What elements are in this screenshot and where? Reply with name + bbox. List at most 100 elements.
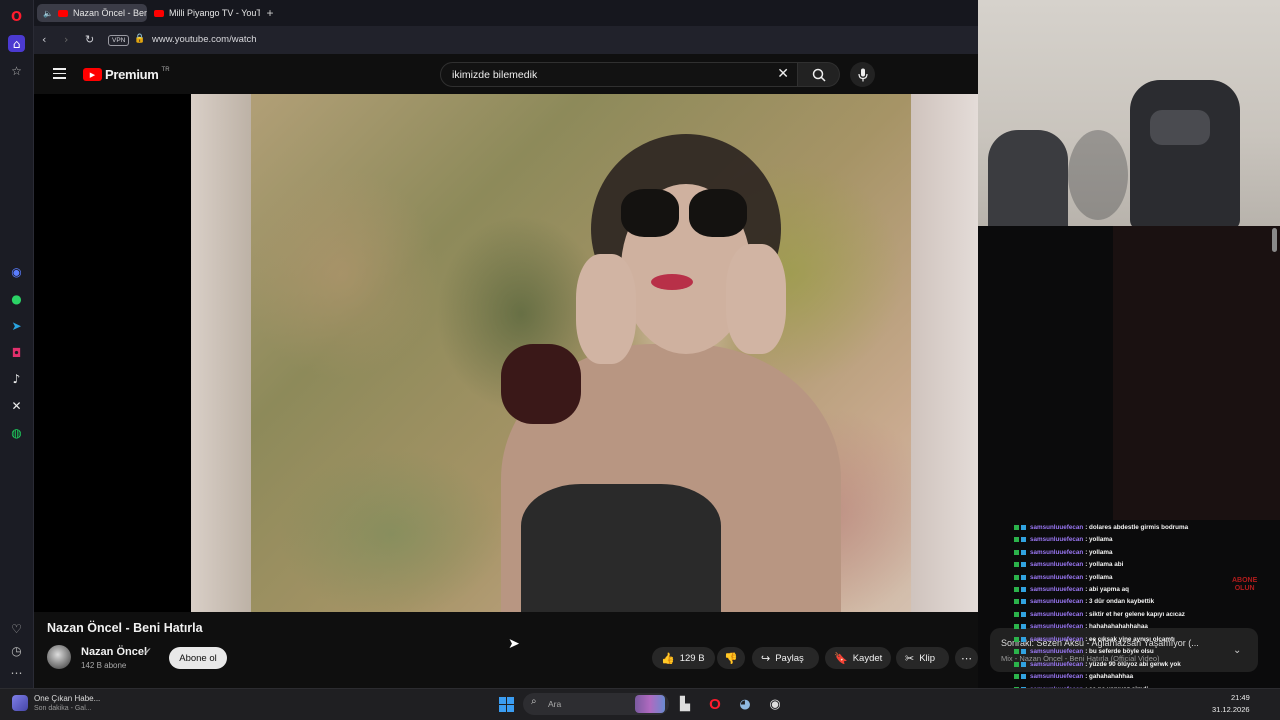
menu-icon[interactable] <box>53 68 66 79</box>
clip-button[interactable]: ✂ Klip <box>896 647 949 669</box>
youtube-logo[interactable]: ▶ Premium TR <box>83 67 170 82</box>
more-horizontal-icon: ⋯ <box>961 651 972 665</box>
chat-badge-icon <box>1021 524 1026 530</box>
speaker-icon[interactable]: 🔈 <box>43 9 53 18</box>
webcam-chair-pillow <box>1150 110 1210 145</box>
search-input[interactable]: ikimizde bilemedik <box>452 69 537 81</box>
logo-region: TR <box>161 66 170 73</box>
opera-icon[interactable]: O <box>8 9 25 26</box>
chat-badge-icon <box>1021 636 1026 642</box>
webcam-gaming-chair <box>1130 80 1240 226</box>
more-actions-button[interactable]: ⋯ <box>955 647 978 669</box>
video-frame[interactable] <box>191 94 978 612</box>
history-icon[interactable]: ◷ <box>8 642 25 659</box>
vpn-badge[interactable]: VPN <box>108 35 130 46</box>
clock-time[interactable]: 21:49 <box>1231 693 1250 702</box>
chat-badge-icon <box>1021 649 1026 655</box>
news-widget-icon[interactable] <box>12 695 28 711</box>
home-icon[interactable]: ⌂ <box>8 35 25 52</box>
save-button[interactable]: 🔖 Kaydet <box>825 647 891 669</box>
more-icon[interactable]: ⋯ <box>8 664 25 681</box>
back-icon[interactable]: ‹ <box>42 33 46 46</box>
search-button[interactable] <box>798 62 840 87</box>
video-figure-top <box>521 484 721 612</box>
tiktok-icon[interactable]: ♪ <box>8 370 25 387</box>
tab-bar: 🔈 Nazan Öncel - Beni H Milli Piyango TV … <box>34 0 978 26</box>
tab-milli-piyango[interactable]: Milli Piyango TV - YouTub <box>148 4 260 22</box>
chat-username: samsunluuefecan <box>1030 648 1084 656</box>
video-figure-lips <box>651 274 693 290</box>
like-count: 129 B <box>679 652 705 664</box>
chat-message: samsunluuefecan: yollama <box>1014 571 1280 584</box>
chat-text: : yüzde 90 ölüyoz abi gerwk yok <box>1085 660 1181 668</box>
chat-text: : bu seferde böyle olsu <box>1085 648 1154 656</box>
chat-username: samsunluuefecan <box>1030 561 1084 569</box>
share-button[interactable]: ↪ Paylaş <box>752 647 819 669</box>
sunglasses-right <box>689 189 747 237</box>
chat-badge-icon <box>1021 611 1026 617</box>
chat-badge-icon <box>1014 624 1019 630</box>
video-title: Nazan Öncel - Beni Hatırla <box>47 621 203 635</box>
tab-nazan-oncel[interactable]: 🔈 Nazan Öncel - Beni H <box>37 4 147 22</box>
chat-badge-icon <box>1014 524 1019 530</box>
chat-badge-icon <box>1021 562 1026 568</box>
lock-icon[interactable]: 🔒 <box>134 34 145 44</box>
whatsapp-icon[interactable]: ● <box>8 290 25 307</box>
chat-text: : yollama abi <box>1085 561 1124 569</box>
instagram-icon[interactable]: ◘ <box>8 344 25 361</box>
windows-start-icon[interactable] <box>499 697 514 712</box>
search-box[interactable]: ikimizde bilemedik ✕ <box>440 62 798 87</box>
telegram-icon[interactable]: ➤ <box>8 317 25 334</box>
new-tab-button[interactable]: + <box>262 4 278 22</box>
chat-message: samsunluuefecan: siktir et her gelene ka… <box>1014 608 1280 621</box>
messenger-icon[interactable]: ◉ <box>8 263 25 280</box>
chat-badge-icon <box>1021 599 1026 605</box>
clear-search-icon[interactable]: ✕ <box>777 66 789 82</box>
people-widget-icon[interactable] <box>635 695 665 713</box>
youtube-favicon-icon <box>154 9 164 17</box>
chat-message: samsunluuefecan: 3 dür ondan kaybettik <box>1014 596 1280 609</box>
chat-username: samsunluuefecan <box>1030 598 1084 606</box>
chat-badge-icon <box>1021 537 1026 543</box>
chat-username: samsunluuefecan <box>1030 573 1084 581</box>
logo-text: Premium <box>105 67 159 82</box>
forward-icon[interactable]: › <box>64 33 68 46</box>
heart-icon[interactable]: ♡ <box>8 620 25 637</box>
chat-badge-icon <box>1021 661 1026 667</box>
scissors-icon: ✂ <box>905 651 915 665</box>
channel-name[interactable]: Nazan Öncel <box>81 646 147 658</box>
share-label: Paylaş <box>775 652 804 664</box>
steam-icon[interactable]: ◕ <box>736 695 754 713</box>
reload-icon[interactable]: ↻ <box>85 33 94 46</box>
subscribe-button[interactable]: Abone ol <box>169 647 227 669</box>
chat-message: samsunluuefecan: dolares abdestle girmis… <box>1014 521 1280 534</box>
chat-badge-icon <box>1014 574 1019 580</box>
like-button[interactable]: 👍 129 B <box>652 647 715 669</box>
dislike-button[interactable]: 👎 <box>717 647 745 669</box>
star-icon[interactable]: ☆ <box>8 62 25 79</box>
url-field[interactable]: www.youtube.com/watch <box>152 34 257 45</box>
chat-text: : yollama <box>1085 548 1113 556</box>
bookmark-icon: 🔖 <box>834 651 848 665</box>
x-icon[interactable]: ✕ <box>8 397 25 414</box>
chat-username: samsunluuefecan <box>1030 586 1084 593</box>
chat-text: : yollama <box>1085 573 1113 581</box>
obs-icon[interactable]: ◉ <box>766 695 784 713</box>
opera-sidebar: O ⌂ ☆ ◉ ● ➤ ◘ ♪ ✕ ◍ ♡ ◷ ⋯ <box>0 0 34 688</box>
news-widget-title[interactable]: One Çıkan Habe... <box>34 694 100 703</box>
spotify-icon[interactable]: ◍ <box>8 424 25 441</box>
file-explorer-icon[interactable]: ▙ <box>676 695 694 713</box>
thumbs-down-icon: 👎 <box>724 651 738 665</box>
scrollbar-thumb[interactable] <box>1272 228 1277 252</box>
video-figure-hand-right <box>726 244 786 354</box>
channel-avatar[interactable] <box>47 645 71 669</box>
voice-search-button[interactable] <box>850 62 875 87</box>
clock-date[interactable]: 31.12.2026 <box>1212 705 1250 714</box>
chat-text: : abi yapma aq <box>1085 586 1129 593</box>
chat-message: samsunluuefecan: yüzde 90 ölüyoz abi ger… <box>1014 658 1280 671</box>
chat-username: samsunluuefecan <box>1030 523 1084 531</box>
opera-taskbar-icon[interactable]: O <box>706 695 724 713</box>
chat-badge-icon <box>1014 562 1019 568</box>
chat-message: samsunluuefecan: abi yapma aq <box>1014 583 1280 596</box>
video-wall-left <box>191 94 251 612</box>
